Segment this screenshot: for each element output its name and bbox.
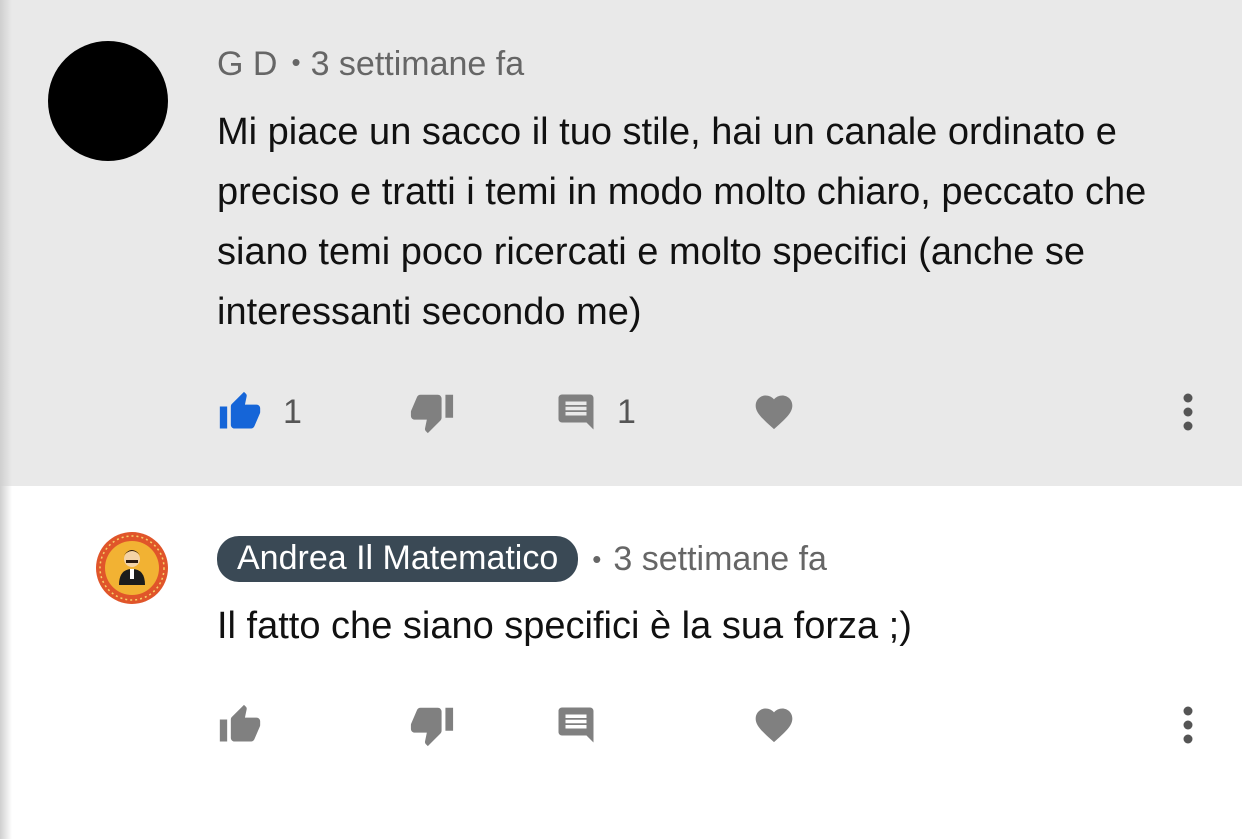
thumb-up-icon [217, 390, 263, 434]
dislike-button[interactable] [409, 384, 455, 440]
heart-icon [752, 703, 796, 747]
comment-text: Il fatto che siano specifici è la sua fo… [217, 605, 912, 647]
avatar[interactable] [48, 41, 168, 161]
thumb-up-icon [217, 703, 263, 747]
heart-button[interactable] [752, 384, 796, 440]
comment-text: Mi piace un sacco il tuo stile, hai un c… [217, 111, 1147, 333]
thumb-down-icon [409, 389, 455, 435]
more-vertical-icon [1172, 390, 1204, 434]
comments-page: G D • 3 settimane fa Mi piace un sacco il … [0, 0, 1242, 839]
like-button[interactable] [217, 697, 263, 753]
avatar[interactable] [95, 531, 169, 605]
reply-button[interactable] [555, 697, 597, 753]
channel-logo-icon [96, 532, 168, 604]
reply-icon [555, 391, 597, 433]
separator-dot: • [291, 47, 301, 77]
heart-button[interactable] [752, 697, 796, 753]
more-options-button[interactable] [1172, 384, 1204, 440]
like-count: 1 [283, 392, 302, 431]
heart-icon [752, 390, 796, 434]
author-name[interactable]: G D [217, 45, 277, 83]
comment-top: G D • 3 settimane fa Mi piace un sacco il … [0, 0, 1242, 486]
comment-actions: 1 1 [0, 384, 1242, 440]
reply-icon [555, 704, 597, 746]
reply-count: 1 [617, 392, 636, 431]
dislike-button[interactable] [409, 697, 455, 753]
more-vertical-icon [1172, 703, 1204, 747]
comment-actions [0, 697, 1242, 753]
thumb-down-icon [409, 702, 455, 748]
comment-meta: G D • 3 settimane fa [217, 45, 524, 84]
timestamp: 3 settimane fa [613, 539, 827, 578]
more-options-button[interactable] [1172, 697, 1204, 753]
comment-meta: Andrea Il Matematico • 3 settimane fa [217, 536, 827, 582]
separator-dot: • [592, 543, 602, 574]
timestamp: 3 settimane fa [310, 45, 525, 83]
reply-button[interactable]: 1 [555, 384, 636, 440]
left-edge-shadow [0, 0, 12, 839]
like-button[interactable]: 1 [217, 384, 302, 440]
author-chip[interactable]: Andrea Il Matematico [217, 536, 579, 582]
